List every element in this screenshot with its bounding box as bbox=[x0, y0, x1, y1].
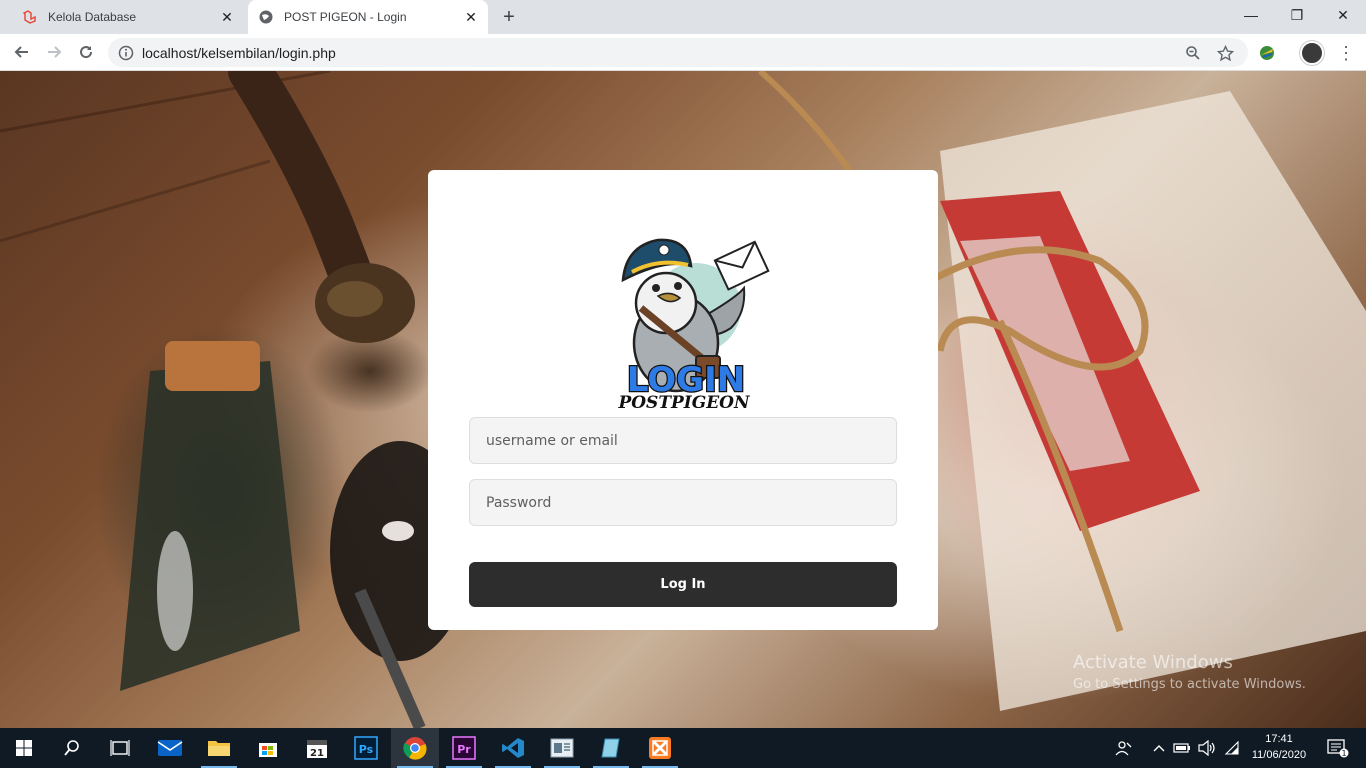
tab-strip: Kelola Database ✕ POST PIGEON - Login ✕ … bbox=[0, 0, 1366, 34]
file-explorer-icon[interactable] bbox=[195, 728, 243, 768]
close-tab-icon[interactable]: ✕ bbox=[216, 6, 238, 28]
username-input[interactable] bbox=[469, 417, 897, 464]
tab-title: Kelola Database bbox=[48, 10, 137, 24]
url-text: localhost/kelsembilan/login.php bbox=[142, 44, 336, 61]
globe-icon bbox=[258, 9, 274, 25]
windows-taskbar: 21 Ps Pr 17:41 11/06/2020 1 bbox=[0, 728, 1366, 768]
tab-post-pigeon-login[interactable]: POST PIGEON - Login ✕ bbox=[248, 0, 488, 34]
back-arrow-icon bbox=[14, 46, 28, 58]
close-window-button[interactable]: ✕ bbox=[1320, 0, 1366, 30]
minimize-button[interactable]: — bbox=[1228, 0, 1274, 30]
notification-center-icon[interactable]: 1 bbox=[1320, 728, 1356, 768]
calendar-day: 21 bbox=[310, 748, 324, 759]
logo-subtitle: POSTPIGEON bbox=[617, 393, 751, 413]
laravel-icon bbox=[22, 9, 38, 25]
battery-icon[interactable] bbox=[1172, 728, 1192, 768]
wifi-icon[interactable] bbox=[1222, 728, 1242, 768]
forward-button[interactable] bbox=[40, 38, 68, 66]
activate-windows-subtitle: Go to Settings to activate Windows. bbox=[1073, 677, 1306, 692]
svg-text:Ps: Ps bbox=[359, 743, 374, 756]
people-icon[interactable] bbox=[1112, 728, 1136, 768]
info-icon[interactable] bbox=[118, 45, 134, 61]
premiere-icon[interactable]: Pr bbox=[440, 728, 488, 768]
app-icon[interactable] bbox=[538, 728, 586, 768]
show-hidden-icons-chevron-icon[interactable] bbox=[1150, 728, 1168, 768]
login-card: LOGIN POSTPIGEON Log In bbox=[428, 170, 938, 630]
photoshop-icon[interactable]: Ps bbox=[342, 728, 390, 768]
post-pigeon-logo: LOGIN POSTPIGEON bbox=[617, 238, 770, 413]
page-viewport: LOGIN POSTPIGEON Log In Activate Windows… bbox=[0, 71, 1366, 728]
search-icon[interactable] bbox=[48, 728, 96, 768]
back-button[interactable] bbox=[8, 38, 36, 66]
xampp-icon[interactable] bbox=[636, 728, 684, 768]
taskbar-clock[interactable]: 17:41 11/06/2020 bbox=[1244, 731, 1314, 763]
password-input[interactable] bbox=[469, 479, 897, 526]
activate-windows-title: Activate Windows bbox=[1073, 652, 1233, 673]
tab-kelola-database[interactable]: Kelola Database ✕ bbox=[12, 0, 244, 34]
calendar-icon[interactable]: 21 bbox=[293, 728, 341, 768]
tab-title: POST PIGEON - Login bbox=[284, 10, 407, 24]
profile-avatar[interactable] bbox=[1300, 41, 1324, 65]
zoom-icon[interactable] bbox=[1184, 44, 1202, 62]
chrome-icon[interactable] bbox=[391, 728, 439, 768]
restore-button[interactable]: ❐ bbox=[1274, 0, 1320, 30]
notepad-icon[interactable] bbox=[587, 728, 635, 768]
mail-icon[interactable] bbox=[146, 728, 194, 768]
store-icon[interactable] bbox=[244, 728, 292, 768]
bookmark-star-icon[interactable] bbox=[1216, 44, 1234, 62]
vscode-icon[interactable] bbox=[489, 728, 537, 768]
reload-icon bbox=[80, 46, 93, 59]
forward-arrow-icon bbox=[48, 46, 62, 58]
browser-menu-icon[interactable]: ⋮ bbox=[1336, 40, 1356, 66]
clock-date: 11/06/2020 bbox=[1251, 749, 1307, 761]
reload-button[interactable] bbox=[72, 38, 100, 66]
browser-toolbar: localhost/kelsembilan/login.php ⋮ bbox=[0, 34, 1366, 71]
start-icon[interactable] bbox=[0, 728, 48, 768]
new-tab-button[interactable]: + bbox=[497, 5, 521, 29]
login-button[interactable]: Log In bbox=[469, 562, 897, 607]
clock-time: 17:41 bbox=[1265, 733, 1293, 745]
notification-count: 1 bbox=[1341, 749, 1346, 758]
address-bar[interactable]: localhost/kelsembilan/login.php bbox=[108, 38, 1248, 67]
task-view-icon[interactable] bbox=[96, 728, 144, 768]
extension-icon[interactable] bbox=[1257, 43, 1277, 63]
volume-icon[interactable] bbox=[1197, 728, 1217, 768]
svg-text:Pr: Pr bbox=[457, 743, 471, 756]
close-tab-icon[interactable]: ✕ bbox=[460, 6, 482, 28]
